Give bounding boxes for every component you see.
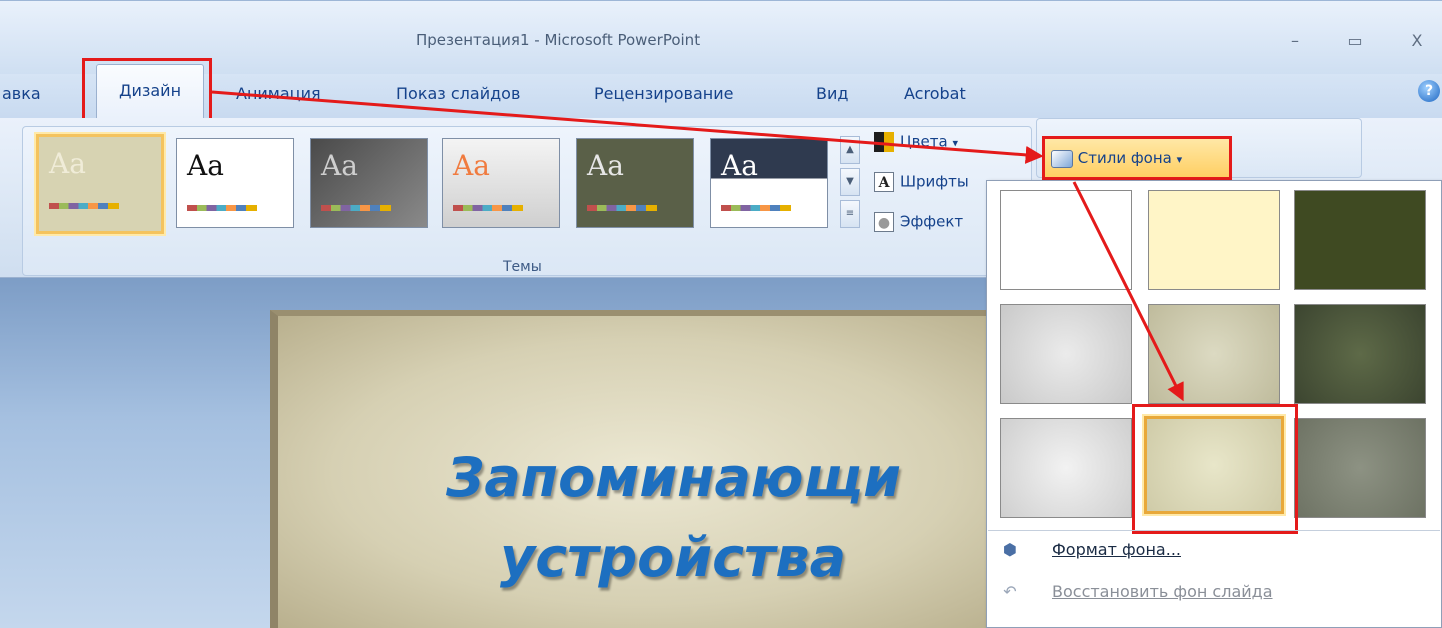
theme-thumbnail[interactable]: Aa <box>176 138 294 228</box>
paint-bucket-icon: ⬢ <box>1003 540 1017 559</box>
theme-swatches <box>587 205 657 211</box>
background-style-swatch[interactable] <box>1148 304 1280 404</box>
background-style-swatch[interactable] <box>1000 304 1132 404</box>
close-button[interactable]: X <box>1402 29 1432 53</box>
chevron-down-icon: ▾ <box>952 136 958 150</box>
tab-slideshow[interactable]: Показ слайдов <box>396 84 520 103</box>
theme-preview-text: Aa <box>453 149 490 182</box>
background-style-swatch[interactable] <box>1148 190 1280 290</box>
format-background-menu-item[interactable]: Формат фона... <box>1052 540 1181 559</box>
reset-background-menu-item[interactable]: Восстановить фон слайда <box>1052 582 1273 601</box>
help-icon[interactable]: ? <box>1418 80 1440 102</box>
theme-preview-text: Aa <box>49 147 86 180</box>
themes-group-label: Темы <box>503 259 542 275</box>
theme-swatches <box>721 205 791 211</box>
menu-separator <box>988 530 1440 531</box>
theme-preview-text: Aa <box>587 149 624 182</box>
theme-swatches <box>321 205 391 211</box>
theme-preview-text: Aa <box>321 149 358 182</box>
slide-title-line2[interactable]: устройства <box>500 526 846 589</box>
theme-thumbnail[interactable]: Aa <box>442 138 560 228</box>
font-icon: A <box>874 172 894 192</box>
theme-preview-text: Aa <box>721 149 758 182</box>
background-styles-button[interactable]: Стили фона ▾ <box>1042 136 1232 180</box>
fonts-button[interactable]: A Шрифты <box>874 172 969 192</box>
theme-swatches <box>187 205 257 211</box>
tab-design-highlight <box>82 58 212 124</box>
background-style-swatch[interactable] <box>1294 304 1426 404</box>
effects-label: Эффект <box>900 212 964 231</box>
gallery-scroll-down-button[interactable]: ▼ <box>840 168 860 196</box>
reset-icon: ↶ <box>1003 582 1017 601</box>
colors-icon <box>874 132 894 152</box>
maximize-button[interactable]: ▭ <box>1340 29 1370 53</box>
gallery-scroll-up-button[interactable]: ▲ <box>840 136 860 164</box>
theme-thumbnail[interactable]: Aa <box>576 138 694 228</box>
effects-button[interactable]: ● Эффект <box>874 212 963 232</box>
theme-thumbnail[interactable]: Aa <box>710 138 828 228</box>
fonts-label: Шрифты <box>900 172 969 191</box>
tab-insert[interactable]: авка <box>2 84 41 103</box>
theme-swatches <box>453 205 523 211</box>
colors-button[interactable]: Цвета ▾ <box>874 132 958 152</box>
title-bar: Презентация1 - Microsoft PowerPoint – ▭ … <box>0 0 1442 74</box>
tab-acrobat[interactable]: Acrobat <box>904 84 966 103</box>
colors-label: Цвета <box>900 132 948 151</box>
theme-thumbnail[interactable]: Aa <box>36 134 164 234</box>
chevron-down-icon: ▾ <box>1176 153 1183 166</box>
window-title: Презентация1 - Microsoft PowerPoint <box>416 31 701 49</box>
theme-swatches <box>49 203 119 209</box>
ribbon-tab-row: авка Анимация Показ слайдов Рецензирован… <box>0 74 1442 118</box>
slide-title-line1[interactable]: Запоминающи <box>446 446 901 509</box>
background-style-swatch[interactable] <box>1294 190 1426 290</box>
background-style-swatch[interactable] <box>1294 418 1426 518</box>
gallery-more-button[interactable]: ≡ <box>840 200 860 228</box>
theme-thumbnail[interactable]: Aa <box>310 138 428 228</box>
tab-animation[interactable]: Анимация <box>236 84 321 103</box>
theme-preview-text: Aa <box>187 149 224 182</box>
background-styles-label: Стили фона <box>1077 149 1172 167</box>
paint-bucket-icon <box>1051 149 1073 168</box>
swatch-highlight <box>1132 404 1298 534</box>
minimize-button[interactable]: – <box>1280 29 1310 53</box>
tab-review[interactable]: Рецензирование <box>594 84 733 103</box>
tab-view[interactable]: Вид <box>816 84 848 103</box>
background-style-swatch[interactable] <box>1000 190 1132 290</box>
background-style-swatch[interactable] <box>1000 418 1132 518</box>
effects-icon: ● <box>874 212 894 232</box>
